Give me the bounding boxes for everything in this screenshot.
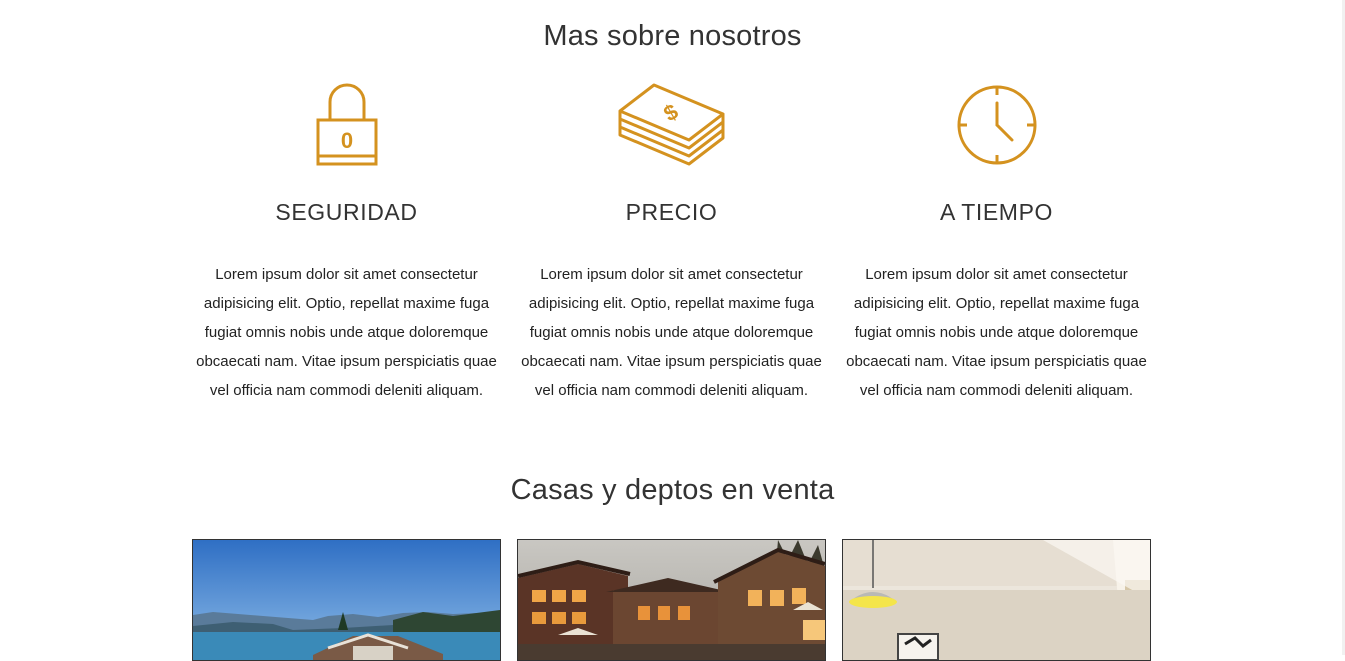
listing-card[interactable] (517, 539, 826, 661)
about-section-title: Mas sobre nosotros (543, 20, 802, 52)
feature-security: 0 SEGURIDAD Lorem ipsum dolor sit amet c… (184, 80, 509, 405)
wooden-lodge-photo (518, 540, 825, 660)
money-stack-icon: $ (509, 80, 834, 170)
listings-section-title: Casas y deptos en venta (510, 474, 835, 506)
feature-price: $ PRECIO Lorem ipsum dolor sit amet cons… (509, 80, 834, 405)
feature-heading: SEGURIDAD (275, 199, 418, 225)
lock-icon: 0 (184, 80, 509, 170)
svg-text:0: 0 (340, 128, 352, 153)
feature-heading: PRECIO (625, 199, 718, 225)
feature-description: Lorem ipsum dolor sit amet consectetur a… (521, 266, 822, 399)
features-row: 0 SEGURIDAD Lorem ipsum dolor sit amet c… (184, 80, 1159, 405)
feature-heading: A TIEMPO (939, 199, 1054, 225)
listing-card[interactable] (192, 539, 501, 661)
listing-cards (192, 539, 1151, 661)
clock-icon (834, 80, 1159, 170)
feature-description: Lorem ipsum dolor sit amet consectetur a… (196, 266, 497, 399)
lakeside-house-photo (193, 540, 500, 660)
feature-on-time: A TIEMPO Lorem ipsum dolor sit amet cons… (834, 80, 1159, 405)
interior-room-photo (843, 540, 1150, 660)
svg-text:$: $ (659, 99, 682, 127)
listing-card[interactable] (842, 539, 1151, 661)
feature-description: Lorem ipsum dolor sit amet consectetur a… (846, 266, 1147, 399)
